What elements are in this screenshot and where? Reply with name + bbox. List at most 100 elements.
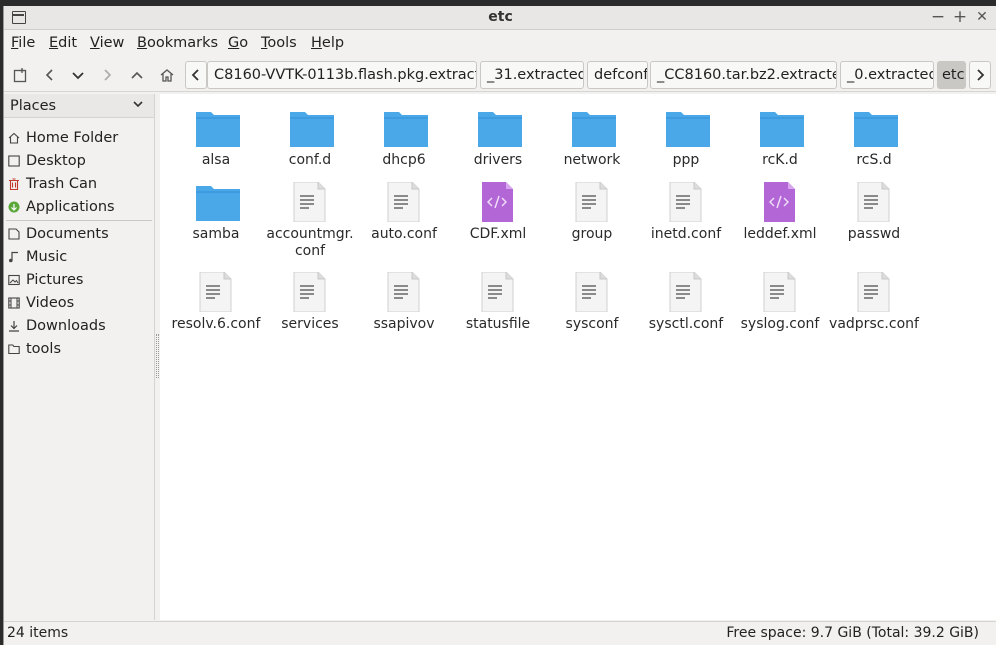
item-count: 24 items — [7, 625, 69, 641]
menu-view[interactable]: View — [90, 35, 124, 51]
text-file-icon — [850, 181, 896, 223]
sidebar-item-applications[interactable]: Applications — [4, 197, 154, 219]
free-space: Free space: 9.7 GiB (Total: 39.2 GiB) — [726, 625, 979, 641]
up-button[interactable] — [124, 62, 150, 88]
menu-bar: File Edit View Bookmarks Go Tools Help — [4, 31, 996, 57]
sidebar-item-trash-can[interactable]: Trash Can — [4, 174, 154, 196]
file-name: ssapivov — [373, 316, 435, 332]
history-dropdown-button[interactable] — [65, 62, 91, 88]
xml-file-icon — [756, 182, 802, 222]
pictures-icon — [8, 274, 20, 286]
file-item[interactable]: inetd.conf — [638, 176, 734, 262]
menu-help[interactable]: Help — [311, 35, 344, 51]
status-bar: 24 items Free space: 9.7 GiB (Total: 39.… — [4, 621, 996, 645]
menu-file[interactable]: File — [11, 35, 35, 51]
menu-bookmarks[interactable]: Bookmarks — [137, 35, 218, 51]
file-name: conf.d — [288, 152, 332, 168]
file-item[interactable]: sysconf — [544, 266, 640, 352]
file-name: ppp — [672, 152, 700, 168]
forward-button[interactable] — [94, 62, 120, 88]
breadcrumb-cc8160-tar[interactable]: _CC8160.tar.bz2.extracted — [650, 61, 837, 89]
maximize-button[interactable]: + — [950, 7, 970, 27]
breadcrumb-scroll-left[interactable] — [185, 61, 207, 89]
menu-go[interactable]: Go — [228, 35, 248, 51]
chevron-down-icon[interactable] — [132, 97, 144, 115]
text-file-icon — [192, 271, 238, 313]
videos-icon — [8, 297, 20, 309]
file-item[interactable]: passwd — [826, 176, 922, 262]
text-file-icon — [662, 271, 708, 313]
sidebar: Places Home Folder Desktop Trash Can App… — [4, 94, 154, 620]
folder-icon — [759, 108, 805, 148]
file-name: drivers — [473, 152, 523, 168]
sidebar-item-home-folder[interactable]: Home Folder — [4, 128, 154, 150]
file-item[interactable]: ssapivov — [356, 266, 452, 352]
sidebar-item-documents[interactable]: Documents — [4, 224, 154, 246]
new-tab-icon — [13, 68, 27, 83]
file-name: alsa — [201, 152, 231, 168]
home-button[interactable] — [154, 62, 180, 88]
sidebar-item-tools[interactable]: tools — [4, 339, 154, 361]
file-name: auto.conf — [371, 226, 437, 242]
sidebar-header[interactable]: Places — [4, 94, 154, 118]
file-name: rcS.d — [856, 152, 892, 168]
sidebar-divider — [6, 220, 152, 221]
new-tab-button[interactable] — [8, 62, 34, 88]
chevron-right-icon — [977, 69, 985, 81]
file-name: inetd.conf — [650, 226, 722, 242]
folder-icon — [383, 108, 429, 148]
file-name: leddef.xml — [743, 226, 817, 242]
file-item[interactable]: leddef.xml — [732, 176, 828, 262]
sidebar-item-music[interactable]: Music — [4, 247, 154, 269]
close-button[interactable]: ✕ — [972, 7, 992, 27]
file-item[interactable]: sysctl.conf — [638, 266, 734, 352]
file-name: CDF.xml — [469, 226, 527, 242]
file-name: dhcp6 — [382, 152, 426, 168]
breadcrumb-etc[interactable]: etc — [937, 61, 966, 89]
file-item[interactable]: CDF.xml — [450, 176, 546, 262]
sidebar-item-desktop[interactable]: Desktop — [4, 151, 154, 173]
breadcrumb-scroll-right[interactable] — [969, 61, 991, 89]
breadcrumb-31-extracted[interactable]: _31.extracted — [480, 61, 584, 89]
folder-item[interactable]: samba — [168, 176, 264, 262]
file-name: resolv.6.conf — [171, 316, 261, 332]
sidebar-item-downloads[interactable]: Downloads — [4, 316, 154, 338]
file-view[interactable]: alsa conf.d dhcp6 drivers network ppp rcK.d rcS… — [160, 94, 996, 620]
breadcrumb-flash-pkg[interactable]: C8160-VVTK-0113b.flash.pkg.extracted — [207, 61, 477, 89]
sidebar-item-videos[interactable]: Videos — [4, 293, 154, 315]
menu-tools[interactable]: Tools — [261, 35, 297, 51]
chevron-left-icon — [191, 69, 199, 81]
file-item[interactable]: group — [544, 176, 640, 262]
file-item[interactable]: resolv.6.conf — [168, 266, 264, 352]
file-name: vadprsc.conf — [829, 316, 919, 332]
title-bar[interactable]: etc − + ✕ — [4, 6, 996, 30]
file-item[interactable]: auto.conf — [356, 176, 452, 262]
file-item[interactable]: services — [262, 266, 358, 352]
breadcrumb-defconf[interactable]: defconf — [587, 61, 648, 89]
file-name: services — [281, 316, 339, 332]
text-file-icon — [286, 271, 332, 313]
back-button[interactable] — [37, 62, 63, 88]
xml-file-icon — [474, 182, 520, 222]
sidebar-title: Places — [10, 98, 57, 114]
text-file-icon — [568, 181, 614, 223]
file-name: network — [563, 152, 621, 168]
desktop-icon — [8, 155, 20, 167]
menu-edit[interactable]: Edit — [49, 35, 77, 51]
minimize-button[interactable]: − — [928, 7, 948, 27]
home-icon — [160, 69, 174, 82]
sidebar-item-pictures[interactable]: Pictures — [4, 270, 154, 292]
file-manager-window: etc − + ✕ File Edit View Bookmarks Go To… — [3, 6, 996, 645]
folder-icon — [289, 108, 335, 148]
file-item[interactable]: vadprsc.conf — [826, 266, 922, 352]
folder-icon — [853, 108, 899, 148]
file-item[interactable]: statusfile — [450, 266, 546, 352]
chevron-down-icon — [72, 72, 84, 80]
folder-icon — [571, 108, 617, 148]
documents-icon — [8, 228, 20, 240]
file-item[interactable]: syslog.conf — [732, 266, 828, 352]
breadcrumb-0-extracted[interactable]: _0.extracted — [840, 61, 934, 89]
text-file-icon — [474, 271, 520, 313]
folder-icon — [195, 182, 241, 222]
file-item[interactable]: accountmgr. conf — [262, 176, 358, 262]
